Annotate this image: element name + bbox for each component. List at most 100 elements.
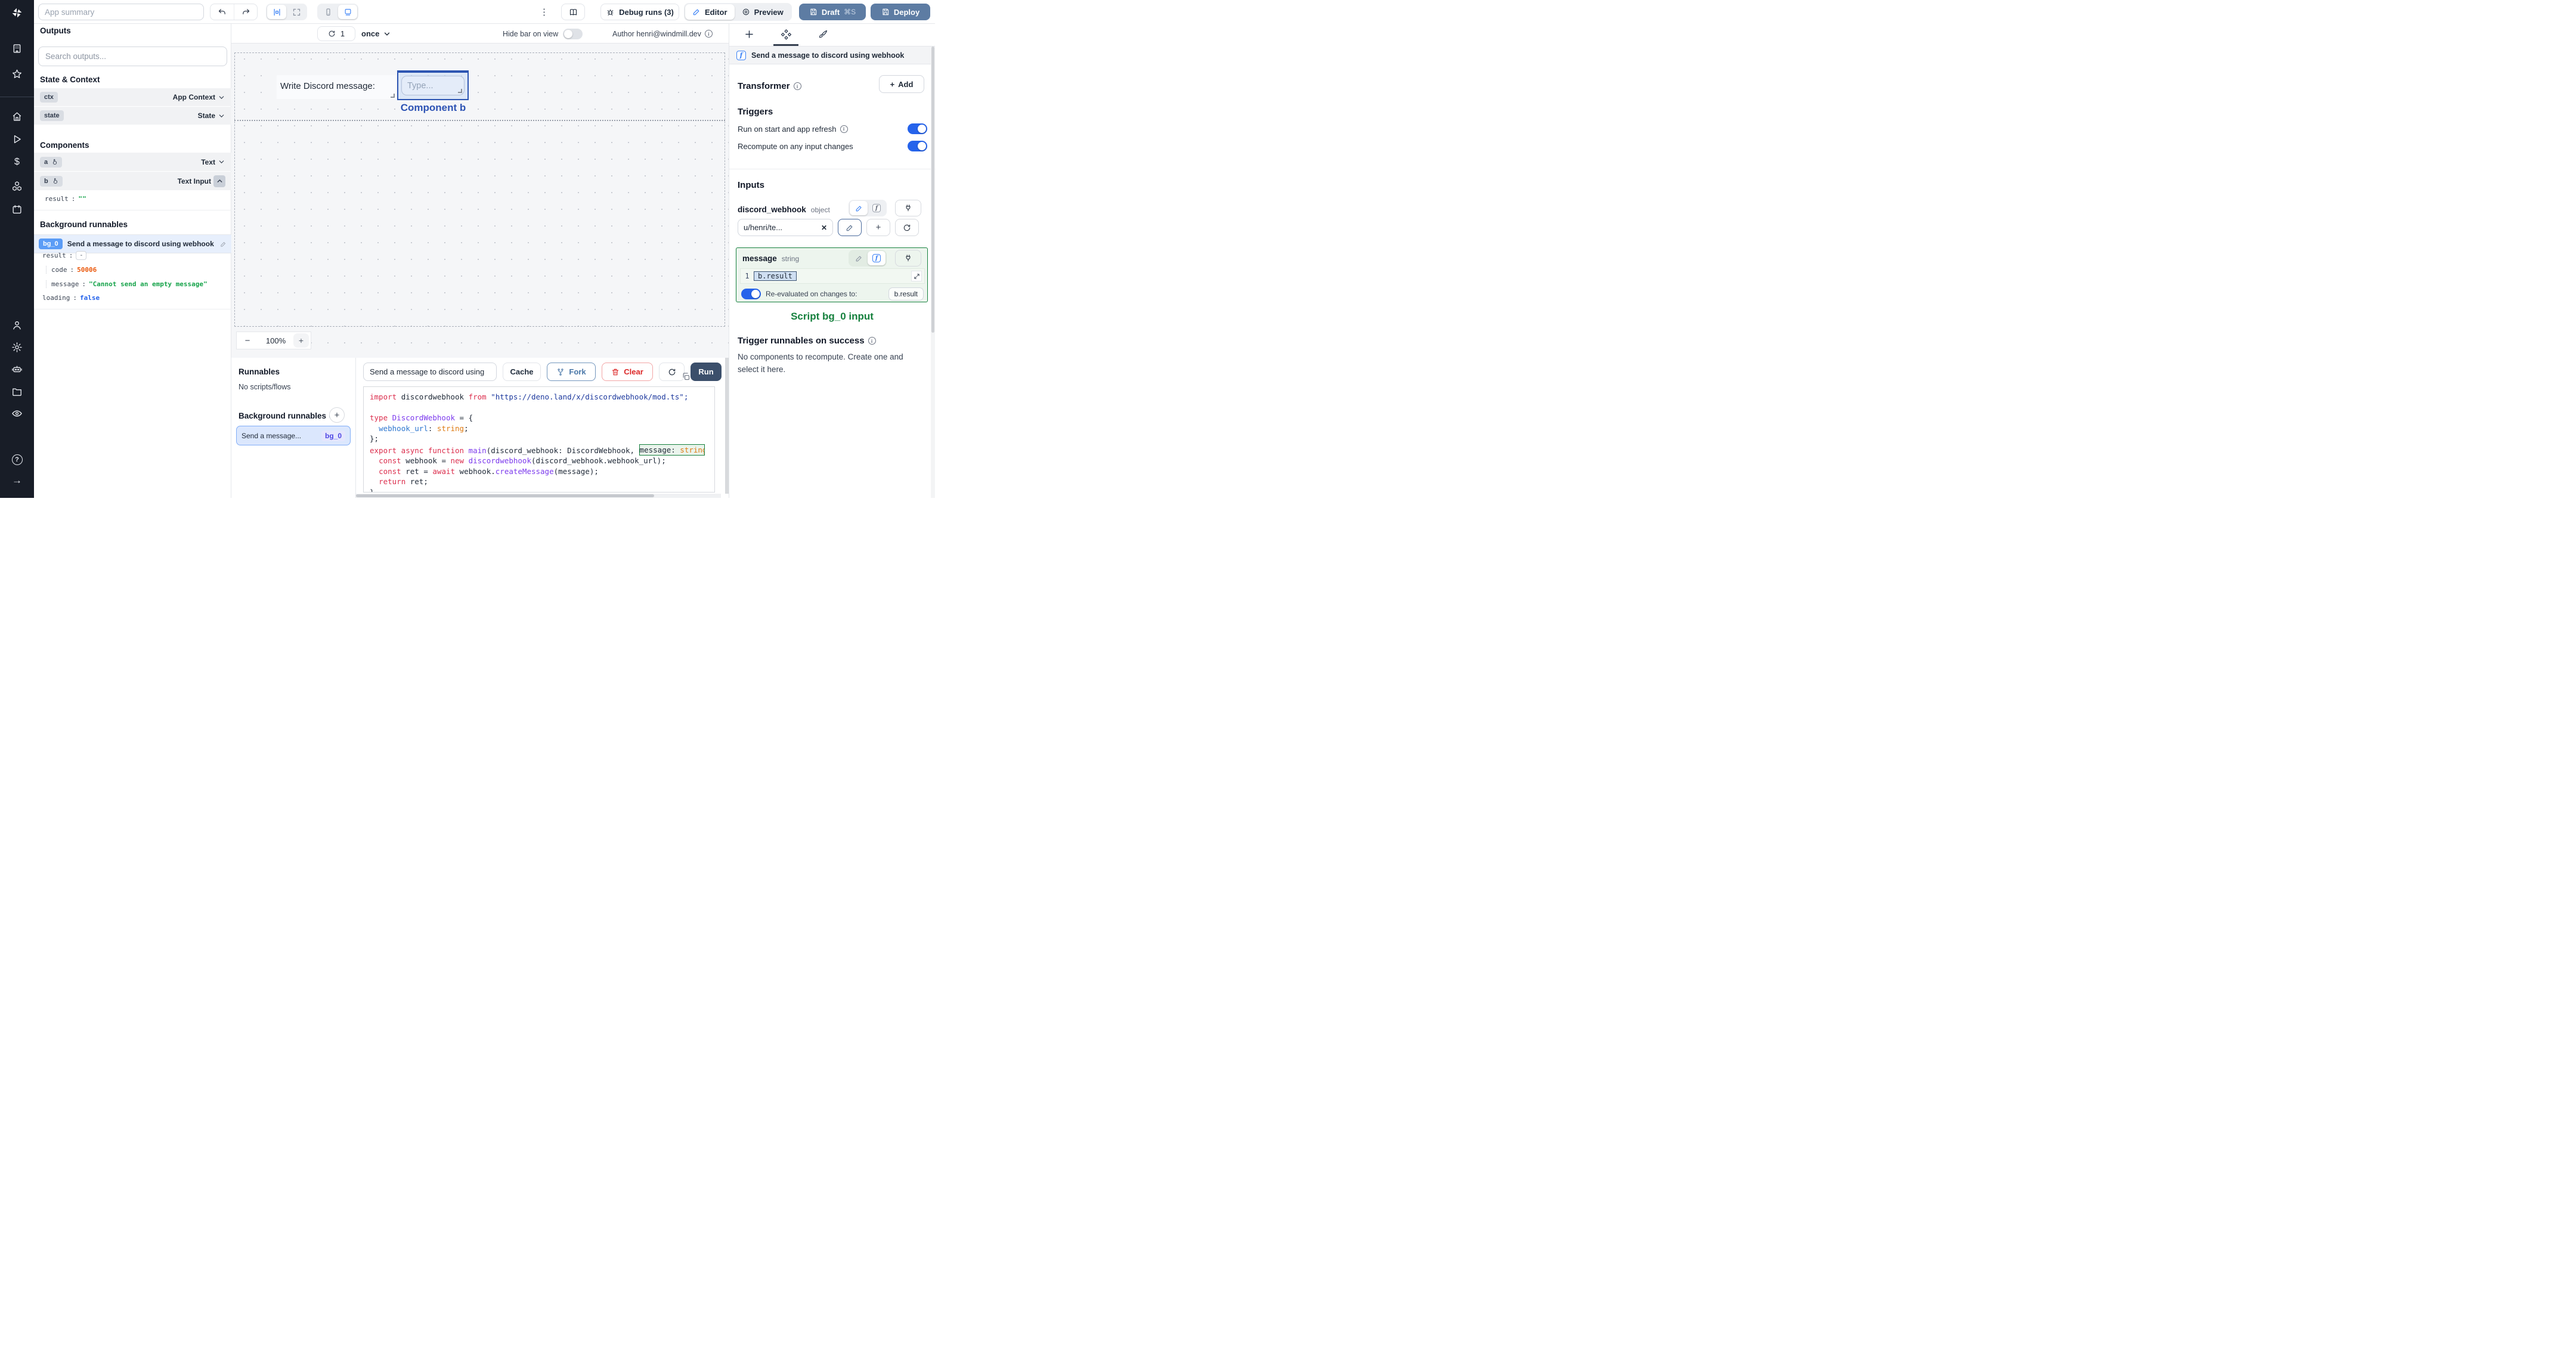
schedules-calendar-icon[interactable]: [11, 203, 23, 215]
discord-webhook-field[interactable]: u/henri/te... ✕: [738, 219, 833, 236]
collapse-result-button[interactable]: -: [76, 251, 87, 260]
plug-icon: [906, 205, 911, 212]
resize-handle[interactable]: [391, 94, 395, 98]
audit-eye-icon[interactable]: [11, 407, 23, 419]
chevron-down-icon[interactable]: [218, 112, 225, 120]
edit-pencil-icon[interactable]: [220, 241, 227, 247]
edit-resource-button[interactable]: [838, 219, 862, 236]
chevron-down-icon[interactable]: [218, 94, 225, 101]
settings-gear-icon[interactable]: [11, 341, 23, 353]
selected-component-b[interactable]: [397, 70, 469, 100]
refresh-code-button[interactable]: [659, 363, 685, 381]
draft-button[interactable]: Draft ⌘S: [799, 4, 866, 20]
panel-scrollbar[interactable]: [931, 47, 935, 498]
copy-code-icon[interactable]: [682, 372, 691, 381]
component-row-b[interactable]: b Text Input: [34, 172, 231, 190]
connect-plug-button[interactable]: [895, 250, 921, 267]
clear-button[interactable]: Clear: [602, 363, 653, 381]
info-icon[interactable]: i: [840, 125, 848, 133]
workspace-icon[interactable]: [11, 42, 23, 54]
chevron-down-icon[interactable]: [218, 158, 225, 166]
add-background-runnable-button[interactable]: +: [329, 407, 345, 423]
app-rail: $ ? →: [0, 0, 34, 498]
run-button[interactable]: Run: [691, 363, 722, 381]
fork-button[interactable]: Fork: [547, 363, 596, 381]
help-icon[interactable]: ?: [11, 454, 23, 466]
cache-button[interactable]: Cache: [503, 363, 541, 381]
user-icon[interactable]: [11, 319, 23, 331]
docs-button[interactable]: [561, 4, 585, 20]
output-row-ctx[interactable]: ctx App Context: [34, 88, 231, 106]
search-outputs-input[interactable]: [38, 47, 227, 66]
message-expr-editor[interactable]: 1 b.result: [740, 268, 925, 284]
folders-icon[interactable]: [11, 385, 23, 397]
code-editor[interactable]: import discordwebhook from "https://deno…: [363, 386, 715, 493]
center-layout-button[interactable]: [267, 5, 286, 19]
app-canvas[interactable]: Write Discord message: Component b − 100…: [231, 44, 729, 358]
more-options-kebab-icon[interactable]: ⋮: [540, 0, 549, 24]
add-resource-button[interactable]: +: [866, 219, 890, 236]
desktop-view-button[interactable]: [338, 5, 357, 19]
script-name-input[interactable]: [363, 363, 497, 381]
collapse-rail-arrow-icon[interactable]: →: [11, 475, 23, 487]
component-b-label: Component b: [400, 102, 466, 113]
undo-button[interactable]: [210, 4, 234, 20]
eval-mode-button[interactable]: f: [868, 201, 886, 215]
tab-editor[interactable]: Editor: [685, 4, 735, 20]
component-settings-panel: f Send a message to discord using webhoo…: [729, 24, 936, 498]
recompute-toggle[interactable]: [908, 141, 927, 151]
zoom-out-button[interactable]: −: [237, 336, 258, 346]
highlighted-message-param: message: string: [639, 444, 705, 456]
bg0-message-row: message: "Cannot send an empty message": [46, 280, 208, 288]
expand-editor-button[interactable]: [911, 271, 922, 281]
app-summary-input[interactable]: [38, 4, 204, 20]
tab-insert[interactable]: [744, 29, 756, 41]
add-transformer-button[interactable]: + Add: [879, 75, 924, 93]
clear-value-icon[interactable]: ✕: [821, 224, 827, 232]
refresh-resource-button[interactable]: [895, 219, 919, 236]
reeval-dependency-pill[interactable]: b.result: [888, 287, 924, 301]
run-on-start-toggle[interactable]: [908, 123, 927, 134]
info-icon[interactable]: i: [868, 337, 876, 345]
fullwidth-layout-button[interactable]: [287, 5, 306, 19]
redo-button[interactable]: [234, 4, 257, 20]
hide-bar-toggle[interactable]: [563, 28, 583, 39]
mobile-view-button[interactable]: [318, 5, 338, 19]
static-mode-button[interactable]: [850, 251, 868, 265]
reeval-toggle[interactable]: [741, 289, 761, 299]
home-icon[interactable]: [11, 110, 23, 122]
windmill-logo[interactable]: [10, 5, 25, 20]
deploy-button[interactable]: Deploy: [871, 4, 930, 20]
info-icon[interactable]: i: [793, 82, 801, 90]
collapse-chevron-button[interactable]: [213, 175, 225, 187]
connect-plug-button[interactable]: [895, 200, 921, 216]
favorites-star-icon[interactable]: [11, 68, 23, 80]
variables-dollar-icon[interactable]: $: [11, 156, 23, 168]
refresh-count-button[interactable]: 1: [317, 26, 355, 41]
tab-preview[interactable]: Preview: [735, 4, 791, 20]
zoom-in-button[interactable]: +: [293, 333, 309, 348]
static-mode-button[interactable]: [850, 201, 868, 215]
component-row-a[interactable]: a Text: [34, 153, 231, 171]
function-icon: f: [736, 50, 746, 60]
text-component-a[interactable]: Write Discord message:: [277, 75, 396, 99]
discord-message-input[interactable]: [402, 76, 464, 95]
code-horizontal-scrollbar[interactable]: [356, 494, 721, 498]
runs-play-icon[interactable]: [11, 133, 23, 145]
debug-runs-button[interactable]: Debug runs (3): [600, 4, 679, 20]
message-expr-value[interactable]: b.result: [754, 271, 797, 281]
resize-handle[interactable]: [458, 89, 462, 93]
output-row-state[interactable]: state State: [34, 107, 231, 125]
run-mode-dropdown[interactable]: once: [361, 26, 391, 41]
mobile-icon: [326, 8, 330, 16]
tab-styling[interactable]: [818, 29, 829, 41]
eval-mode-button[interactable]: f: [868, 251, 886, 265]
workers-robot-icon[interactable]: [11, 363, 23, 375]
text-input-component[interactable]: [401, 76, 465, 95]
info-icon[interactable]: i: [704, 30, 713, 38]
transformer-label: Transformer i: [738, 81, 801, 91]
tab-settings[interactable]: [781, 29, 792, 41]
run-on-start-row: Run on start and app refresh i: [738, 123, 927, 134]
bg0-runnable-card[interactable]: Send a message... bg_0: [236, 426, 351, 445]
resources-cubes-icon[interactable]: [11, 180, 23, 192]
